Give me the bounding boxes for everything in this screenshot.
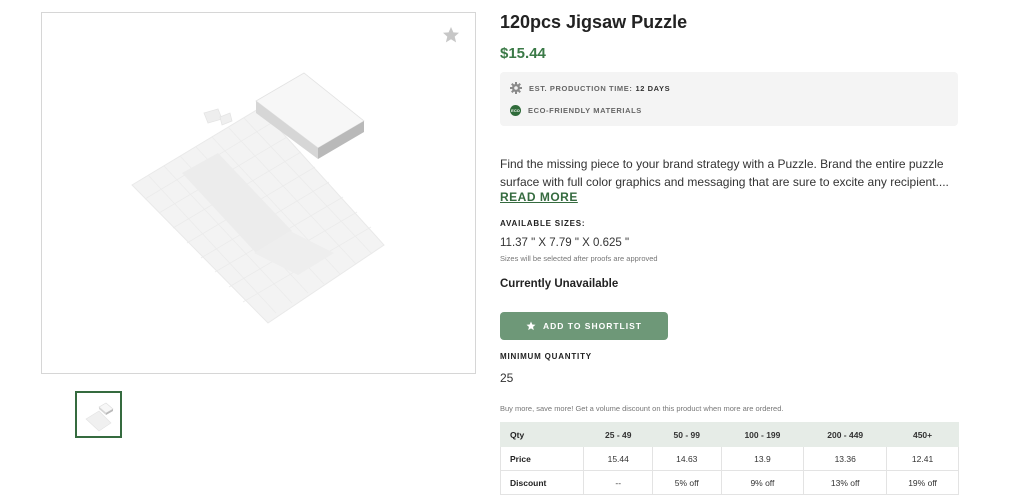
price-cell: 14.63 [652, 446, 722, 471]
price-row-label: Price [499, 446, 585, 471]
add-to-shortlist-label: ADD TO SHORTLIST [543, 321, 642, 331]
eco-friendly-row: ECO ECO-FRIENDLY MATERIALS [510, 105, 642, 116]
available-sizes-label: AVAILABLE SIZES: [500, 219, 586, 228]
price-cell: 15.44 [583, 446, 653, 471]
pricing-header-row: Qty 25 - 49 50 - 99 100 - 199 200 - 449 … [499, 422, 959, 447]
pricing-header-cell: 100 - 199 [720, 422, 805, 447]
add-to-shortlist-button[interactable]: ADD TO SHORTLIST [500, 312, 668, 340]
product-image-frame [41, 12, 476, 374]
product-description: Find the missing piece to your brand str… [500, 157, 949, 189]
product-price: $15.44 [500, 45, 546, 62]
availability-status: Currently Unavailable [500, 278, 619, 290]
product-thumbnail[interactable] [75, 391, 122, 438]
product-image [131, 72, 385, 324]
discount-cell: 13% off [803, 470, 888, 495]
pricing-header-cell: Qty [499, 422, 585, 447]
read-more-link[interactable]: READ MORE [500, 190, 578, 204]
price-cell: 13.36 [803, 446, 888, 471]
price-row: Price 15.44 14.63 13.9 13.36 12.41 [499, 446, 959, 471]
price-cell: 13.9 [720, 446, 805, 471]
sizes-note: Sizes will be selected after proofs are … [500, 254, 658, 263]
discount-cell: -- [583, 470, 653, 495]
volume-discount-note: Buy more, save more! Get a volume discou… [500, 404, 784, 413]
eco-badge-icon: ECO [510, 105, 521, 116]
pricing-header-cell: 450+ [886, 422, 959, 447]
product-title: 120pcs Jigsaw Puzzle [500, 12, 688, 32]
pricing-header-cell: 50 - 99 [652, 422, 722, 447]
pricing-header-cell: 200 - 449 [803, 422, 888, 447]
star-icon [526, 321, 536, 331]
discount-cell: 19% off [886, 470, 959, 495]
minimum-quantity-value: 25 [500, 371, 514, 385]
available-sizes-value: 11.37 " X 7.79 " X 0.625 " [500, 237, 630, 249]
discount-row-label: Discount [499, 470, 585, 495]
pricing-table: Qty 25 - 49 50 - 99 100 - 199 200 - 449 … [499, 422, 959, 495]
thumbnail-image [85, 402, 114, 432]
minimum-quantity-label: MINIMUM QUANTITY [500, 352, 592, 361]
production-time-row: EST. PRODUCTION TIME: 12 DAYS [510, 82, 670, 94]
favorite-star-icon[interactable] [441, 25, 461, 45]
discount-cell: 5% off [652, 470, 722, 495]
discount-cell: 9% off [720, 470, 805, 495]
eco-friendly-label: ECO-FRIENDLY MATERIALS [528, 106, 642, 115]
gear-icon [510, 82, 522, 94]
production-info-box: EST. PRODUCTION TIME: 12 DAYS ECO ECO-FR… [500, 72, 958, 126]
pricing-header-cell: 25 - 49 [583, 422, 653, 447]
production-time-value: 12 DAYS [635, 83, 671, 93]
production-time-label: EST. PRODUCTION TIME: [529, 83, 633, 93]
price-cell: 12.41 [886, 446, 959, 471]
discount-row: Discount -- 5% off 9% off 13% off 19% of… [499, 470, 959, 495]
